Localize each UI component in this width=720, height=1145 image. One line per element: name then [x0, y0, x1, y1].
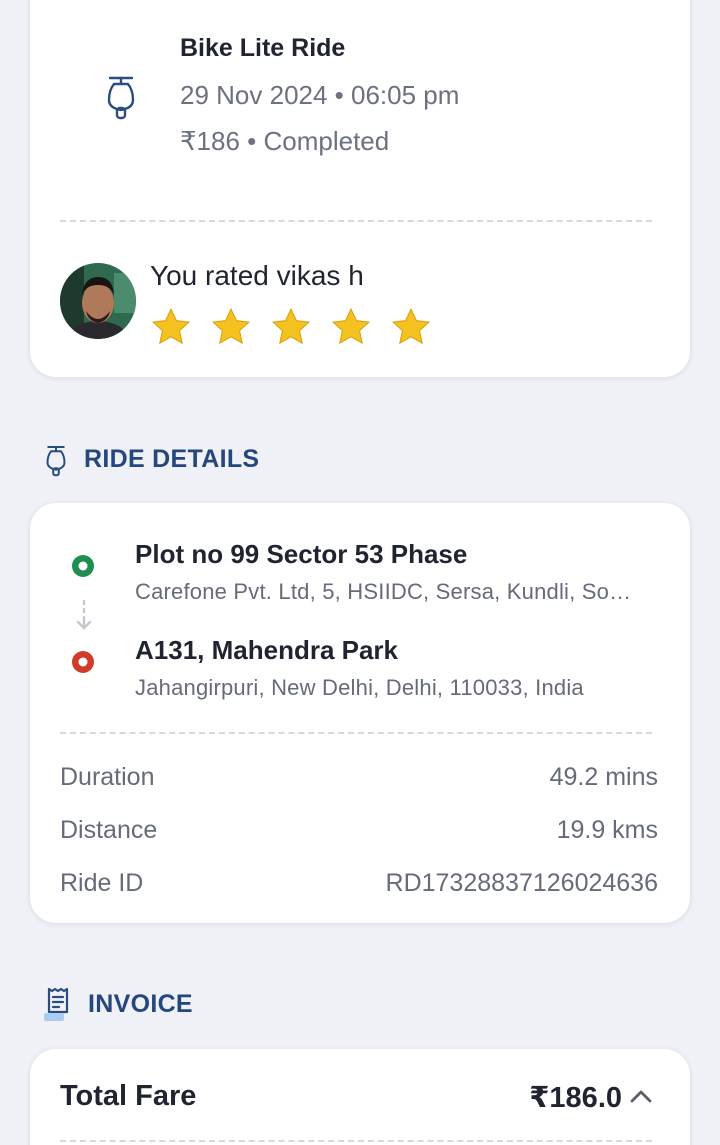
ride-title: Bike Lite Ride: [180, 34, 346, 62]
drop-title: A131, Mahendra Park: [135, 635, 399, 665]
distance-label: Distance: [60, 816, 158, 844]
ride-details-card: Plot no 99 Sector 53 Phase Carefone Pvt.…: [30, 503, 690, 923]
pickup-location-icon: [72, 555, 94, 577]
ride-fare-status: ₹186 • Completed: [180, 126, 390, 156]
duration-row: Duration 49.2 mins: [60, 763, 658, 792]
section-title: INVOICE: [88, 989, 193, 1018]
star-icon: [151, 307, 191, 345]
driver-avatar: [60, 263, 136, 339]
chevron-up-icon[interactable]: [628, 1085, 654, 1107]
section-title: RIDE DETAILS: [84, 444, 260, 473]
pickup-address: Carefone Pvt. Ltd, 5, HSIIDC, Sersa, Kun…: [135, 579, 632, 604]
star-icon: [391, 307, 431, 345]
divider: [60, 220, 652, 222]
scooter-icon: [107, 76, 135, 120]
distance-value: 19.9 kms: [556, 816, 658, 844]
pickup-title: Plot no 99 Sector 53 Phase: [135, 539, 468, 569]
divider: [60, 1140, 652, 1142]
distance-row: Distance 19.9 kms: [60, 816, 658, 845]
ride-details-header: RIDE DETAILS: [44, 440, 259, 478]
rating-text: You rated vikas h: [150, 260, 364, 291]
ride-id-row: Ride ID RD17328837126024636: [60, 869, 658, 898]
invoice-card[interactable]: Total Fare ₹186.0: [30, 1049, 690, 1145]
star-icon: [331, 307, 371, 345]
star-icon: [271, 307, 311, 345]
duration-value: 49.2 mins: [549, 763, 658, 791]
drop-location-icon: [72, 651, 94, 673]
rating-stars: [150, 306, 450, 348]
duration-label: Duration: [60, 763, 155, 791]
scooter-icon: [46, 446, 66, 477]
ride-summary-card: Bike Lite Ride 29 Nov 2024 • 06:05 pm ₹1…: [30, 0, 690, 377]
total-fare-value: ₹186.0: [529, 1082, 622, 1114]
ride-datetime: 29 Nov 2024 • 06:05 pm: [180, 80, 460, 110]
route-connector-icon: [76, 599, 92, 630]
divider: [60, 732, 652, 734]
ride-id-value: RD17328837126024636: [385, 869, 658, 897]
star-icon: [211, 307, 251, 345]
total-fare-label: Total Fare: [60, 1080, 197, 1112]
receipt-icon: [44, 987, 69, 1021]
drop-address: Jahangirpuri, New Delhi, Delhi, 110033, …: [135, 675, 584, 700]
ride-id-label: Ride ID: [60, 869, 144, 897]
invoice-header: INVOICE: [44, 986, 193, 1022]
